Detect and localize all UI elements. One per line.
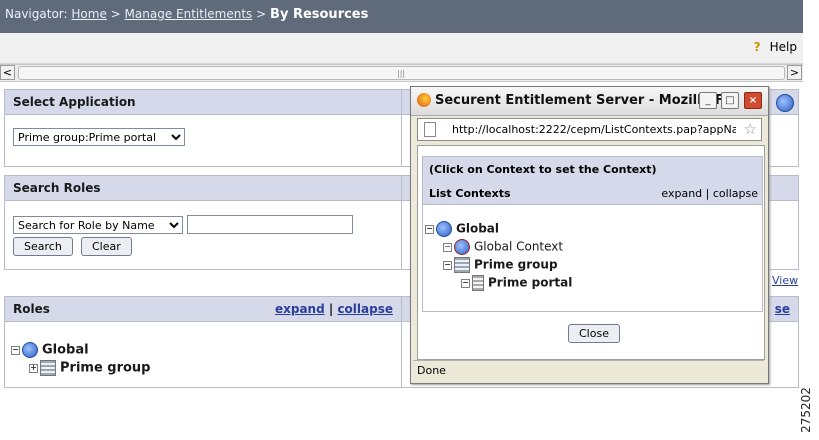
help-link[interactable]: ? Help <box>754 40 797 54</box>
search-button[interactable]: Search <box>13 237 73 256</box>
breadcrumb: Navigator: Home > Manage Entitlements > … <box>5 7 368 22</box>
url-text[interactable]: http://localhost:2222/cepm/ListContexts.… <box>452 123 736 136</box>
status-text: Done <box>417 364 446 377</box>
collapse-toggle-icon[interactable]: − <box>11 345 20 355</box>
maximize-button[interactable]: □ <box>721 92 739 109</box>
roles-title: Roles <box>13 302 50 316</box>
group-icon <box>454 257 470 273</box>
roles-panel: Roles expand | collapse − Global + Prime g… <box>4 296 402 388</box>
scroll-thumb[interactable]: ||| <box>18 66 785 80</box>
breadcrumb-separator: > <box>256 7 267 21</box>
breadcrumb-separator: > <box>110 7 121 21</box>
help-label: Help <box>769 40 797 54</box>
minimize-button[interactable]: _ <box>699 92 717 109</box>
role-search-input[interactable] <box>187 215 353 234</box>
tree-node-label[interactable]: Prime group <box>60 361 151 376</box>
view-link[interactable]: View <box>772 274 798 287</box>
globe-icon <box>436 221 452 237</box>
scroll-left-button[interactable]: < <box>0 65 15 80</box>
popup-titlebar[interactable]: Securent Entitlement Server - Mozilla F.… <box>411 87 768 116</box>
tree-node-label[interactable]: Global <box>42 343 89 358</box>
search-roles-panel: Search Roles Search for Role by Name Sea… <box>4 175 402 270</box>
context-node-label[interactable]: Prime portal <box>488 276 572 290</box>
group-icon <box>40 360 56 376</box>
close-window-button[interactable]: × <box>744 92 762 109</box>
list-contexts-box: (Click on Context to set the Context) Li… <box>422 156 763 312</box>
search-type-select[interactable]: Search for Role by Name <box>13 216 183 234</box>
context-node-label[interactable]: Prime group <box>474 258 558 272</box>
roles-collapse-link[interactable]: collapse <box>337 302 393 316</box>
roles-expand-link[interactable]: expand <box>275 302 325 316</box>
globe-icon <box>22 342 38 358</box>
scroll-right-button[interactable]: > <box>787 65 802 80</box>
popup-content: (Click on Context to set the Context) Li… <box>417 145 765 360</box>
navigator-label: Navigator: <box>5 7 68 21</box>
roles-header: Roles expand | collapse <box>5 297 401 322</box>
context-node-label[interactable]: Global Context <box>474 240 563 254</box>
close-button[interactable]: Close <box>568 324 620 343</box>
navigator-bar: Navigator: Home > Manage Entitlements > … <box>0 0 803 33</box>
context-hint: (Click on Context to set the Context) <box>423 157 762 183</box>
tree-node-prime-group[interactable]: + Prime group <box>29 360 151 376</box>
list-contexts-header: List Contexts expand | collapse <box>423 183 762 205</box>
global-context-icon <box>454 239 470 255</box>
firefox-icon <box>417 93 431 107</box>
context-node-prime-group[interactable]: − Prime group <box>443 257 558 273</box>
question-icon: ? <box>753 40 761 54</box>
url-bar[interactable]: http://localhost:2222/cepm/ListContexts.… <box>417 118 762 141</box>
collapse-toggle-icon[interactable]: − <box>461 278 470 288</box>
contexts-expand-link[interactable]: expand <box>661 187 702 200</box>
search-roles-title: Search Roles <box>5 176 401 201</box>
grip-icon: ||| <box>397 69 406 78</box>
context-node-label[interactable]: Global <box>456 222 499 236</box>
context-node-global[interactable]: − Global <box>425 221 499 237</box>
contexts-divider: | <box>705 187 710 200</box>
list-contexts-title: List Contexts <box>429 187 511 200</box>
figure-id-label: 275202 <box>798 387 813 433</box>
breadcrumb-current: By Resources <box>270 7 369 22</box>
background-collapse-link[interactable]: se <box>775 297 790 321</box>
collapse-toggle-icon[interactable]: − <box>443 242 452 252</box>
context-node-global-context[interactable]: − Global Context <box>443 239 563 255</box>
application-select[interactable]: Prime group:Prime portal <box>13 128 185 146</box>
select-application-title: Select Application <box>5 90 401 115</box>
contexts-collapse-link[interactable]: collapse <box>713 187 758 200</box>
entitlement-server-popup: Securent Entitlement Server - Mozilla F.… <box>410 86 769 384</box>
collapse-toggle-icon[interactable]: − <box>443 260 452 270</box>
breadcrumb-manage-entitlements-link[interactable]: Manage Entitlements <box>125 7 253 21</box>
horizontal-scrollbar[interactable]: < ||| > <box>0 64 803 82</box>
expand-toggle-icon[interactable]: + <box>29 363 38 373</box>
contexts-expand-collapse: expand | collapse <box>661 183 758 205</box>
popup-title: Securent Entitlement Server - Mozilla F.… <box>435 93 737 108</box>
bookmark-star-icon[interactable]: ☆ <box>744 120 757 138</box>
roles-divider: | <box>328 302 334 316</box>
collapse-toggle-icon[interactable]: − <box>425 224 434 234</box>
page-icon <box>424 122 436 137</box>
roles-expand-collapse: expand | collapse <box>275 297 393 321</box>
help-bar: ? Help <box>0 33 803 64</box>
clear-button[interactable]: Clear <box>81 237 132 256</box>
select-application-panel: Select Application Prime group:Prime por… <box>4 89 402 167</box>
tree-node-global[interactable]: − Global <box>11 342 89 358</box>
status-bar: Done <box>413 360 764 379</box>
portal-icon <box>472 275 484 291</box>
figure-id: 275202 <box>798 385 817 437</box>
context-node-prime-portal[interactable]: − Prime portal <box>461 275 572 291</box>
globe-icon[interactable] <box>776 94 794 112</box>
breadcrumb-home-link[interactable]: Home <box>71 7 106 21</box>
